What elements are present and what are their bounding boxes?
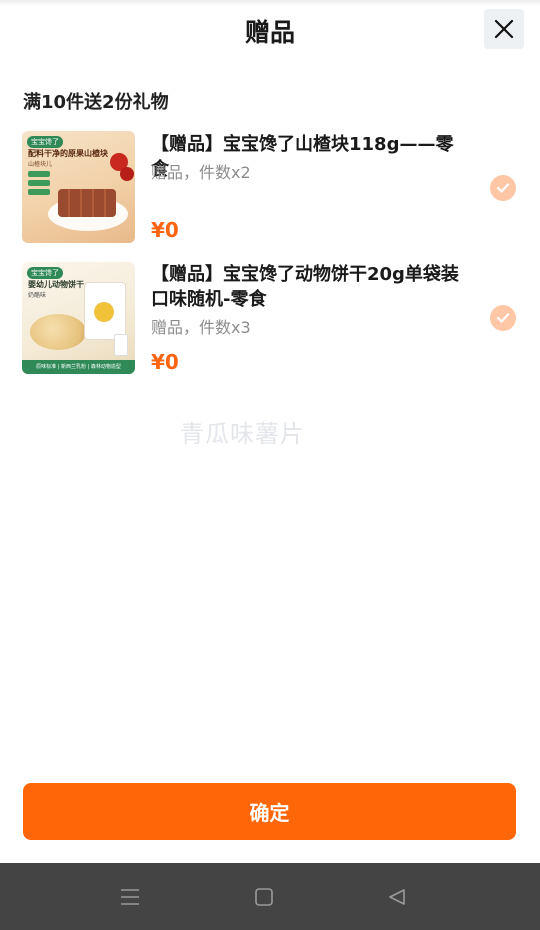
close-button[interactable] — [484, 9, 524, 49]
hawthorn-fruit — [120, 167, 134, 181]
home-square-icon — [255, 888, 273, 906]
gift-checkbox[interactable] — [490, 305, 516, 331]
product-meta: 赠品，件数x2 — [151, 163, 251, 182]
gift-item: 宝宝馋了 配料干净的原果山楂块 山楂块儿 【赠品】宝宝馋了山楂块118g——零食… — [0, 130, 540, 245]
page-title: 赠品 — [244, 18, 295, 47]
thumb-badge: 宝宝馋了 — [27, 267, 63, 279]
product-meta: 赠品，件数x3 — [151, 318, 251, 337]
product-image: 宝宝馋了 配料干净的原果山楂块 山楂块儿 — [22, 131, 135, 243]
confirm-button[interactable]: 确定 — [23, 783, 516, 840]
gift-checkbox[interactable] — [490, 175, 516, 201]
thumb-footer: 原味标准 | 新西兰乳粉 | 森林动物造型 — [22, 360, 135, 374]
thumb-tag — [28, 180, 50, 186]
product-price: ¥0 — [151, 218, 179, 242]
thumb-headline: 婴幼儿动物饼干 — [28, 280, 84, 289]
cookie-pile — [30, 314, 86, 350]
gift-sheet: 赠品 满10件送2份礼物 宝宝馋了 配料干净的原果山楂块 山楂块儿 【赠品】宝宝… — [0, 0, 540, 930]
top-shade — [0, 0, 540, 6]
thumb-tag — [28, 171, 50, 177]
menu-button[interactable] — [116, 883, 144, 911]
promo-label: 满10件送2份礼物 — [23, 92, 169, 113]
thumb-headline: 配料干净的原果山楂块 — [28, 149, 108, 158]
back-button[interactable] — [383, 883, 411, 911]
product-name[interactable]: 【赠品】宝宝馋了动物饼干20g单袋装口味随机-零食 — [151, 262, 471, 312]
milk-glass — [114, 334, 128, 356]
gift-item: 宝宝馋了 婴幼儿动物饼干 奶酪味 原味标准 | 新西兰乳粉 | 森林动物造型 【… — [0, 260, 540, 375]
home-button[interactable] — [250, 883, 278, 911]
thumb-subtitle: 奶酪味 — [28, 292, 47, 299]
watermark: 青瓜味薯片 — [180, 420, 305, 448]
close-icon — [494, 19, 514, 39]
product-image: 宝宝馋了 婴幼儿动物饼干 奶酪味 原味标准 | 新西兰乳粉 | 森林动物造型 — [22, 262, 135, 374]
thumb-subtitle: 山楂块儿 — [28, 161, 53, 168]
hawthorn-blocks — [58, 189, 116, 217]
package-emblem — [94, 302, 114, 322]
thumb-badge: 宝宝馋了 — [27, 136, 63, 148]
thumb-tag — [28, 189, 50, 195]
back-triangle-icon — [389, 889, 405, 905]
check-icon — [496, 183, 510, 193]
check-icon — [496, 313, 510, 323]
product-price: ¥0 — [151, 350, 179, 374]
system-nav-bar — [0, 863, 540, 930]
menu-icon — [121, 889, 139, 905]
